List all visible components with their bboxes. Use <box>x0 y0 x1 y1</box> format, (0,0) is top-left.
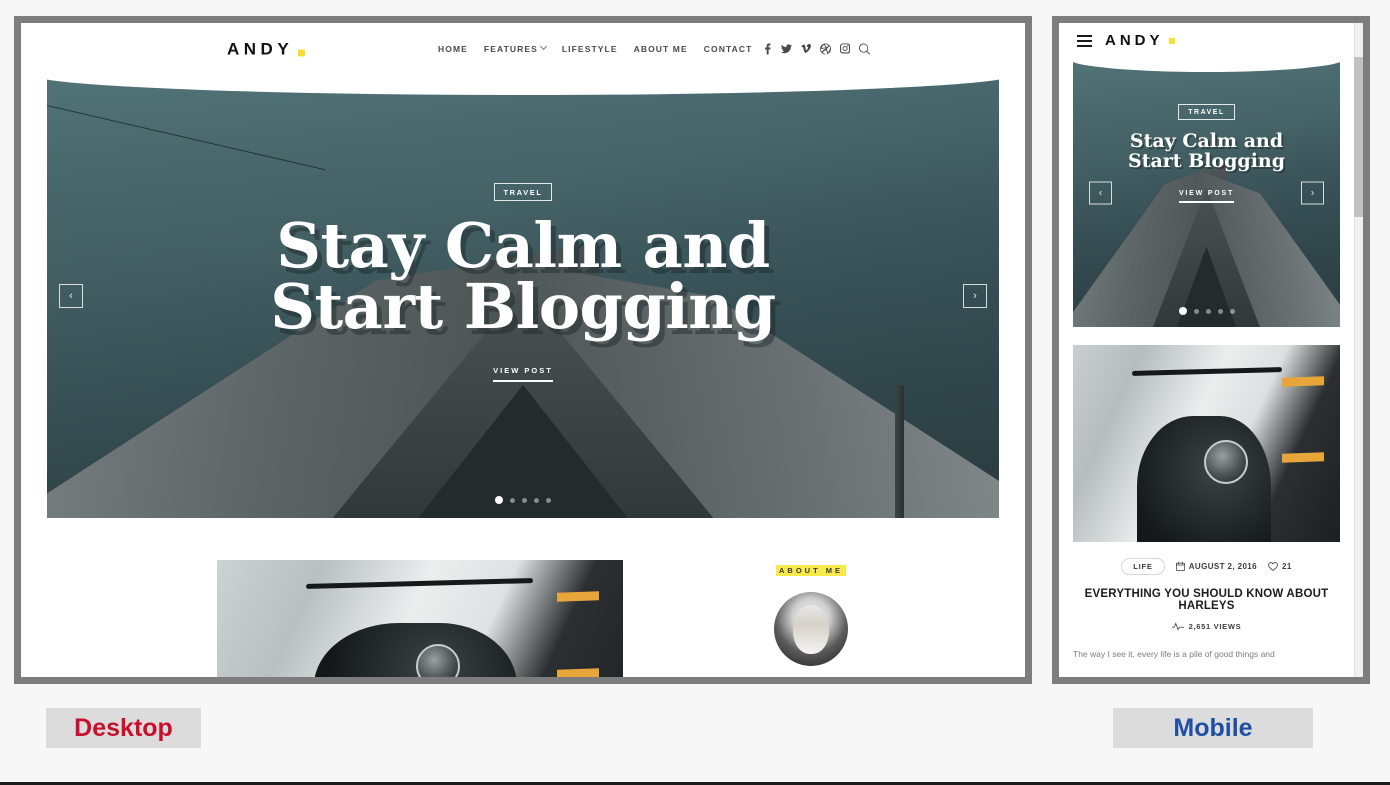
mobile-post-likes-item[interactable]: 21 <box>1268 562 1292 571</box>
mobile-hero-title-line2: Start Blogging <box>1127 149 1286 172</box>
mobile-logo-dot <box>1168 38 1175 44</box>
slider-dot[interactable] <box>1205 308 1211 314</box>
orange-stripe <box>556 590 599 602</box>
hero-prev-arrow[interactable]: ‹ <box>59 284 83 308</box>
nav-label: HOME <box>438 43 468 54</box>
chevron-down-icon <box>539 42 547 51</box>
mobile-post-date-item: AUGUST 2, 2016 <box>1175 562 1258 571</box>
handlebar-shape <box>306 578 534 589</box>
mobile-post-card: LIFE AUGUST 2, 2016 21 EVERYTHING YOU SH… <box>1059 327 1354 661</box>
mobile-hero-next-arrow[interactable]: › <box>1301 181 1324 205</box>
mobile-slider-dots <box>1073 307 1340 315</box>
main-navigation: HOME FEATURES LIFESTYLE ABOUT ME CONTACT <box>438 42 753 54</box>
mobile-post-views-item: 2,651 VIEWS <box>1073 622 1340 631</box>
below-fold-section: ABOUT ME Hi, i am glad you made it here … <box>21 518 1025 677</box>
nav-item-home[interactable]: HOME <box>438 44 468 54</box>
site-header: ANDY HOME FEATURES LIFESTYLE ABOUT ME CO… <box>21 23 1025 74</box>
mobile-post-excerpt: The way I see it, every life is a pile o… <box>1073 649 1275 659</box>
nav-label: CONTACT <box>703 43 753 54</box>
hero-category-badge[interactable]: TRAVEL <box>494 183 552 201</box>
slider-dot[interactable] <box>510 497 515 503</box>
heart-icon <box>1268 562 1278 571</box>
nav-item-features[interactable]: FEATURES <box>483 42 547 54</box>
calendar-icon <box>1175 562 1185 571</box>
nav-item-contact[interactable]: CONTACT <box>704 44 753 54</box>
mobile-hero-category-badge[interactable]: TRAVEL <box>1178 104 1235 120</box>
orange-stripe <box>1281 452 1324 464</box>
mobile-label: Mobile <box>1113 708 1313 748</box>
desktop-preview-frame: ANDY HOME FEATURES LIFESTYLE ABOUT ME CO… <box>14 16 1032 684</box>
nav-item-about-me[interactable]: ABOUT ME <box>634 44 688 54</box>
mobile-hero-prev-arrow[interactable]: ‹ <box>1089 181 1112 205</box>
site-logo-text: ANDY <box>227 39 294 58</box>
hero-view-post-link[interactable]: VIEW POST <box>493 366 553 382</box>
mobile-hero-title-line1: Stay Calm and <box>1129 130 1284 152</box>
slider-dot[interactable] <box>1217 308 1223 314</box>
mobile-post-image[interactable] <box>1073 345 1340 542</box>
slider-dot[interactable] <box>495 496 503 504</box>
about-widget: ABOUT ME Hi, i am glad you made it here … <box>623 560 999 677</box>
orange-stripe <box>556 667 599 677</box>
social-links <box>763 43 870 54</box>
hero-slider-dots <box>47 496 999 504</box>
mobile-post-views: 2,651 VIEWS <box>1188 622 1242 631</box>
hero-content: TRAVEL Stay Calm and Start Blogging VIEW… <box>47 182 999 382</box>
dribbble-icon[interactable] <box>820 43 831 54</box>
mobile-hero-slider: TRAVEL Stay Calm and Start Blogging VIEW… <box>1073 59 1340 327</box>
mobile-site-header: ANDY <box>1059 23 1354 59</box>
hamburger-icon[interactable] <box>1077 32 1092 50</box>
slider-dot[interactable] <box>1178 307 1187 315</box>
mobile-scrollbar-thumb[interactable] <box>1354 57 1363 217</box>
vimeo-icon[interactable] <box>801 43 811 54</box>
mobile-post-likes: 21 <box>1282 562 1292 571</box>
hero-slider: TRAVEL Stay Calm and Start Blogging VIEW… <box>47 74 999 518</box>
mobile-hero-title: Stay Calm and Start Blogging <box>1073 130 1340 172</box>
orange-stripe <box>1281 375 1324 387</box>
nav-label: LIFESTYLE <box>561 43 618 54</box>
hero-title-line2: Start Blogging <box>270 270 776 344</box>
mobile-site-logo[interactable]: ANDY <box>1105 32 1175 50</box>
mobile-logo-text: ANDY <box>1105 32 1164 49</box>
mobile-post-date: AUGUST 2, 2016 <box>1188 562 1258 571</box>
motorcycle-body-shape <box>1137 415 1271 542</box>
site-logo[interactable]: ANDY <box>227 39 306 58</box>
instagram-icon[interactable] <box>840 43 850 54</box>
nav-item-lifestyle[interactable]: LIFESTYLE <box>562 44 618 54</box>
about-kicker: ABOUT ME <box>776 565 846 576</box>
mobile-preview-frame: ANDY TRAVEL Stay Calm and Start Blogging… <box>1052 16 1370 684</box>
mobile-hero-view-post-link[interactable]: VIEW POST <box>1178 190 1235 203</box>
slider-dot[interactable] <box>534 497 539 503</box>
slider-dot[interactable] <box>1193 308 1199 314</box>
nav-label: ABOUT ME <box>633 43 688 54</box>
logo-dot <box>298 49 306 56</box>
mobile-scrollbar-track[interactable] <box>1354 23 1363 677</box>
headlight-shape <box>1203 439 1248 484</box>
hero-next-arrow[interactable]: › <box>963 284 987 308</box>
slider-dot[interactable] <box>1229 308 1235 314</box>
slider-dot[interactable] <box>546 497 551 503</box>
hero-title: Stay Calm and Start Blogging <box>47 209 999 344</box>
nav-label: FEATURES <box>483 43 538 54</box>
mobile-hero-content: TRAVEL Stay Calm and Start Blogging VIEW… <box>1073 101 1340 203</box>
handlebar-shape <box>1131 366 1282 376</box>
slider-dot[interactable] <box>522 497 527 503</box>
avatar <box>774 592 848 666</box>
facebook-icon[interactable] <box>763 43 772 54</box>
desktop-viewport: ANDY HOME FEATURES LIFESTYLE ABOUT ME CO… <box>21 23 1025 677</box>
mobile-post-category[interactable]: LIFE <box>1121 558 1165 575</box>
desktop-label: Desktop <box>46 708 201 748</box>
search-icon[interactable] <box>859 43 870 54</box>
pulse-icon <box>1171 622 1184 631</box>
mobile-post-meta: LIFE AUGUST 2, 2016 21 <box>1073 558 1340 575</box>
twitter-icon[interactable] <box>781 43 792 54</box>
featured-post-thumbnail[interactable] <box>217 560 623 677</box>
mobile-viewport: ANDY TRAVEL Stay Calm and Start Blogging… <box>1059 23 1354 677</box>
hero-title-line1: Stay Calm and <box>276 209 770 282</box>
mobile-post-title[interactable]: EVERYTHING YOU SHOULD KNOW ABOUT HARLEYS <box>1073 588 1340 612</box>
